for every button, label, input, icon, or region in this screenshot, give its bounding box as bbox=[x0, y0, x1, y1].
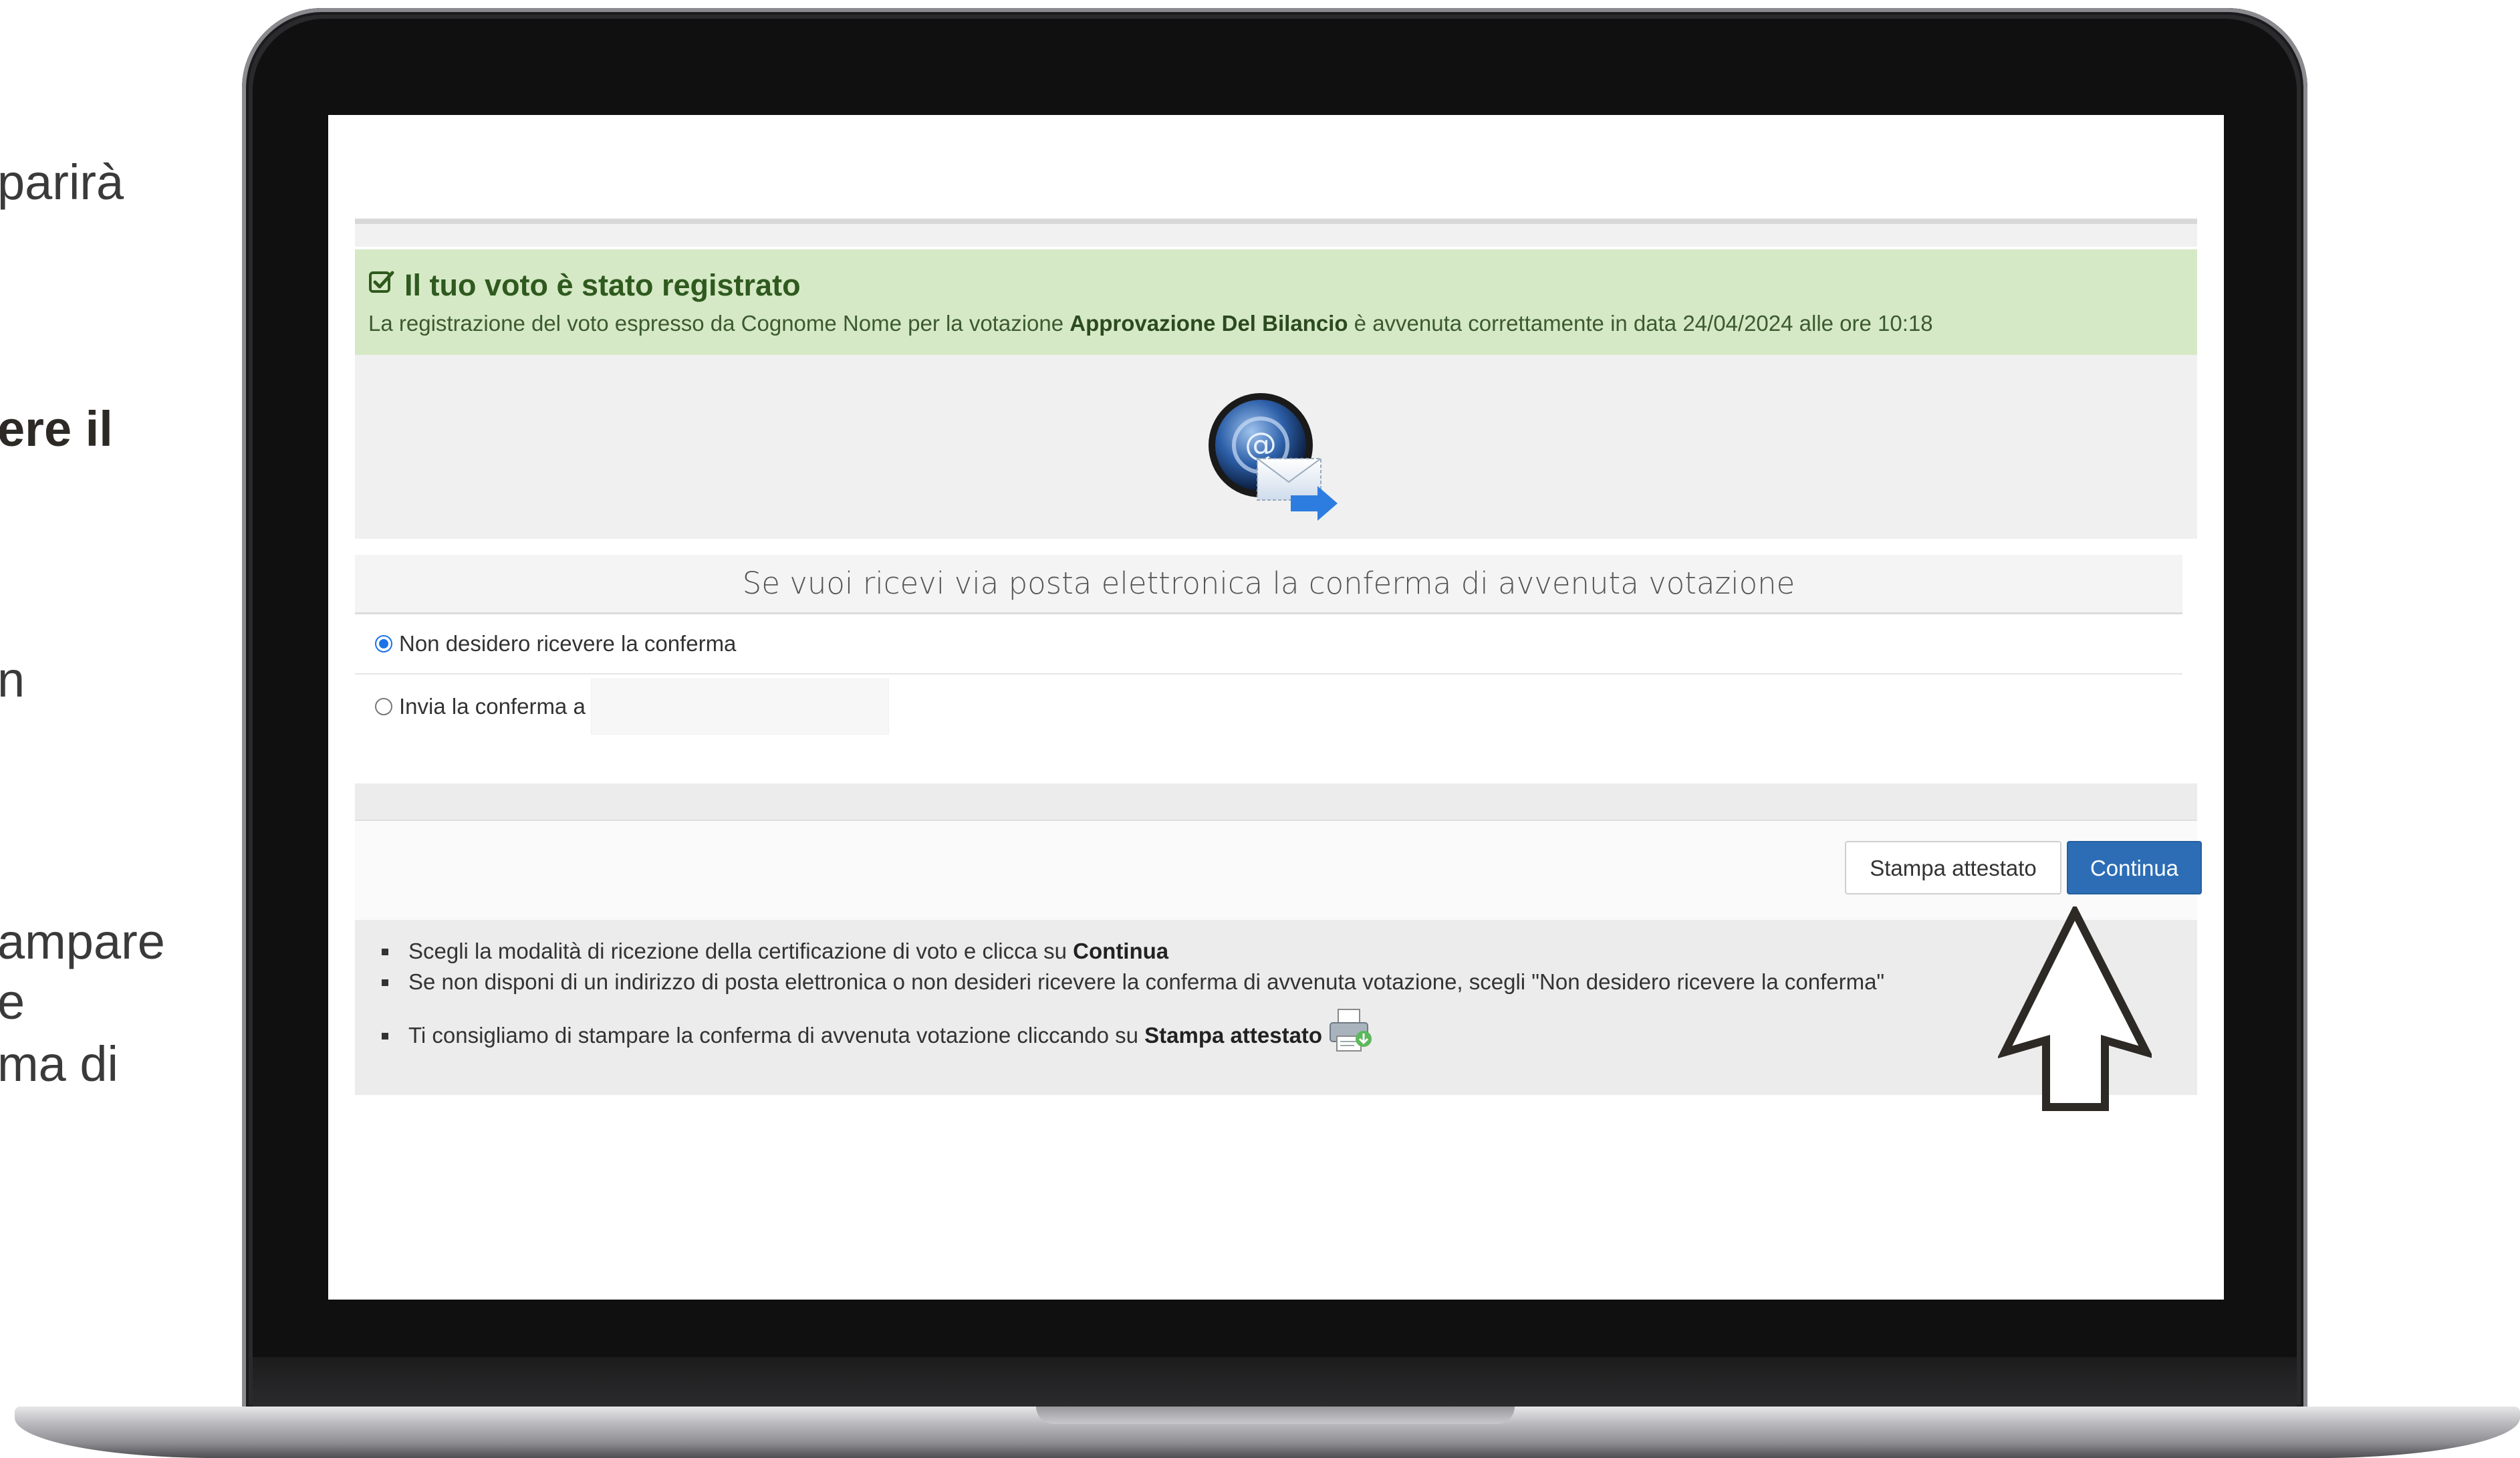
alert-title-text: Il tuo voto è stato registrato bbox=[404, 268, 801, 302]
email-confirmation-panel: Se vuoi ricevi via posta elettronica la … bbox=[355, 539, 2197, 793]
slide-text-fragment: ere il bbox=[0, 401, 113, 457]
slide-text-fragment: parirà bbox=[0, 154, 124, 210]
help-bold: Continua bbox=[1073, 939, 1169, 963]
option-no-confirmation[interactable]: Non desidero ricevere la conferma bbox=[355, 614, 2182, 675]
laptop-hinge-notch bbox=[1036, 1407, 1515, 1424]
help-text: Se non disponi di un indirizzo di posta … bbox=[408, 969, 1885, 994]
divider bbox=[355, 219, 2197, 224]
email-icon-area: @ bbox=[355, 355, 2197, 541]
option-label: Non desidero ricevere la conferma bbox=[399, 631, 737, 656]
radio-send-confirmation[interactable] bbox=[375, 698, 392, 715]
slide-text-fragment: ma di bbox=[0, 1036, 118, 1092]
help-text: Ti consigliamo di stampare la conferma d… bbox=[408, 1023, 1138, 1048]
vote-name: Approvazione Del Bilancio bbox=[1069, 311, 1348, 336]
slide-text-fragment: n bbox=[0, 652, 25, 707]
header-band bbox=[355, 224, 2197, 247]
help-section: Scegli la modalità di ricezione della ce… bbox=[355, 920, 2197, 1095]
check-square-icon bbox=[368, 268, 395, 303]
laptop-screen: Il tuo voto è stato registrato La regist… bbox=[328, 115, 2224, 1300]
button-bar: Stampa attestato Continua bbox=[355, 821, 2202, 920]
help-item: Scegli la modalità di ricezione della ce… bbox=[380, 936, 2197, 967]
slide-text-fragment: ampare bbox=[0, 914, 165, 969]
option-label: Invia la conferma a bbox=[399, 694, 586, 719]
svg-text:@: @ bbox=[1245, 426, 1277, 463]
alert-message-text: è avvenuta correttamente in data 24/04/2… bbox=[1348, 311, 1933, 336]
help-list: Scegli la modalità di ricezione della ce… bbox=[380, 936, 2197, 1052]
panel-heading: Se vuoi ricevi via posta elettronica la … bbox=[355, 555, 2182, 614]
option-send-confirmation[interactable]: Invia la conferma a bbox=[355, 677, 2182, 737]
help-text: Scegli la modalità di ricezione della ce… bbox=[408, 939, 1074, 963]
success-alert: Il tuo voto è stato registrato La regist… bbox=[355, 249, 2197, 355]
pointer-arrow-icon bbox=[1997, 902, 2154, 1117]
printer-icon[interactable] bbox=[1326, 1007, 1376, 1064]
help-bold: Stampa attestato bbox=[1144, 1023, 1323, 1048]
alert-message: La registrazione del voto espresso da Co… bbox=[368, 311, 2184, 336]
email-field[interactable] bbox=[590, 679, 889, 735]
laptop-bezel-bottom bbox=[253, 1357, 2297, 1412]
email-send-icon: @ bbox=[1204, 388, 1344, 525]
separator-band bbox=[355, 783, 2197, 821]
help-item: Ti consigliamo di stampare la conferma d… bbox=[380, 1009, 2197, 1052]
alert-title: Il tuo voto è stato registrato bbox=[368, 268, 2184, 303]
print-certificate-button[interactable]: Stampa attestato bbox=[1845, 841, 2061, 894]
radio-no-confirmation[interactable] bbox=[375, 635, 392, 652]
slide-text-fragment: e bbox=[0, 974, 25, 1029]
continue-button[interactable]: Continua bbox=[2067, 841, 2202, 894]
alert-message-text: La registrazione del voto espresso da Co… bbox=[368, 311, 1070, 336]
help-item: Se non disponi di un indirizzo di posta … bbox=[380, 967, 2197, 997]
